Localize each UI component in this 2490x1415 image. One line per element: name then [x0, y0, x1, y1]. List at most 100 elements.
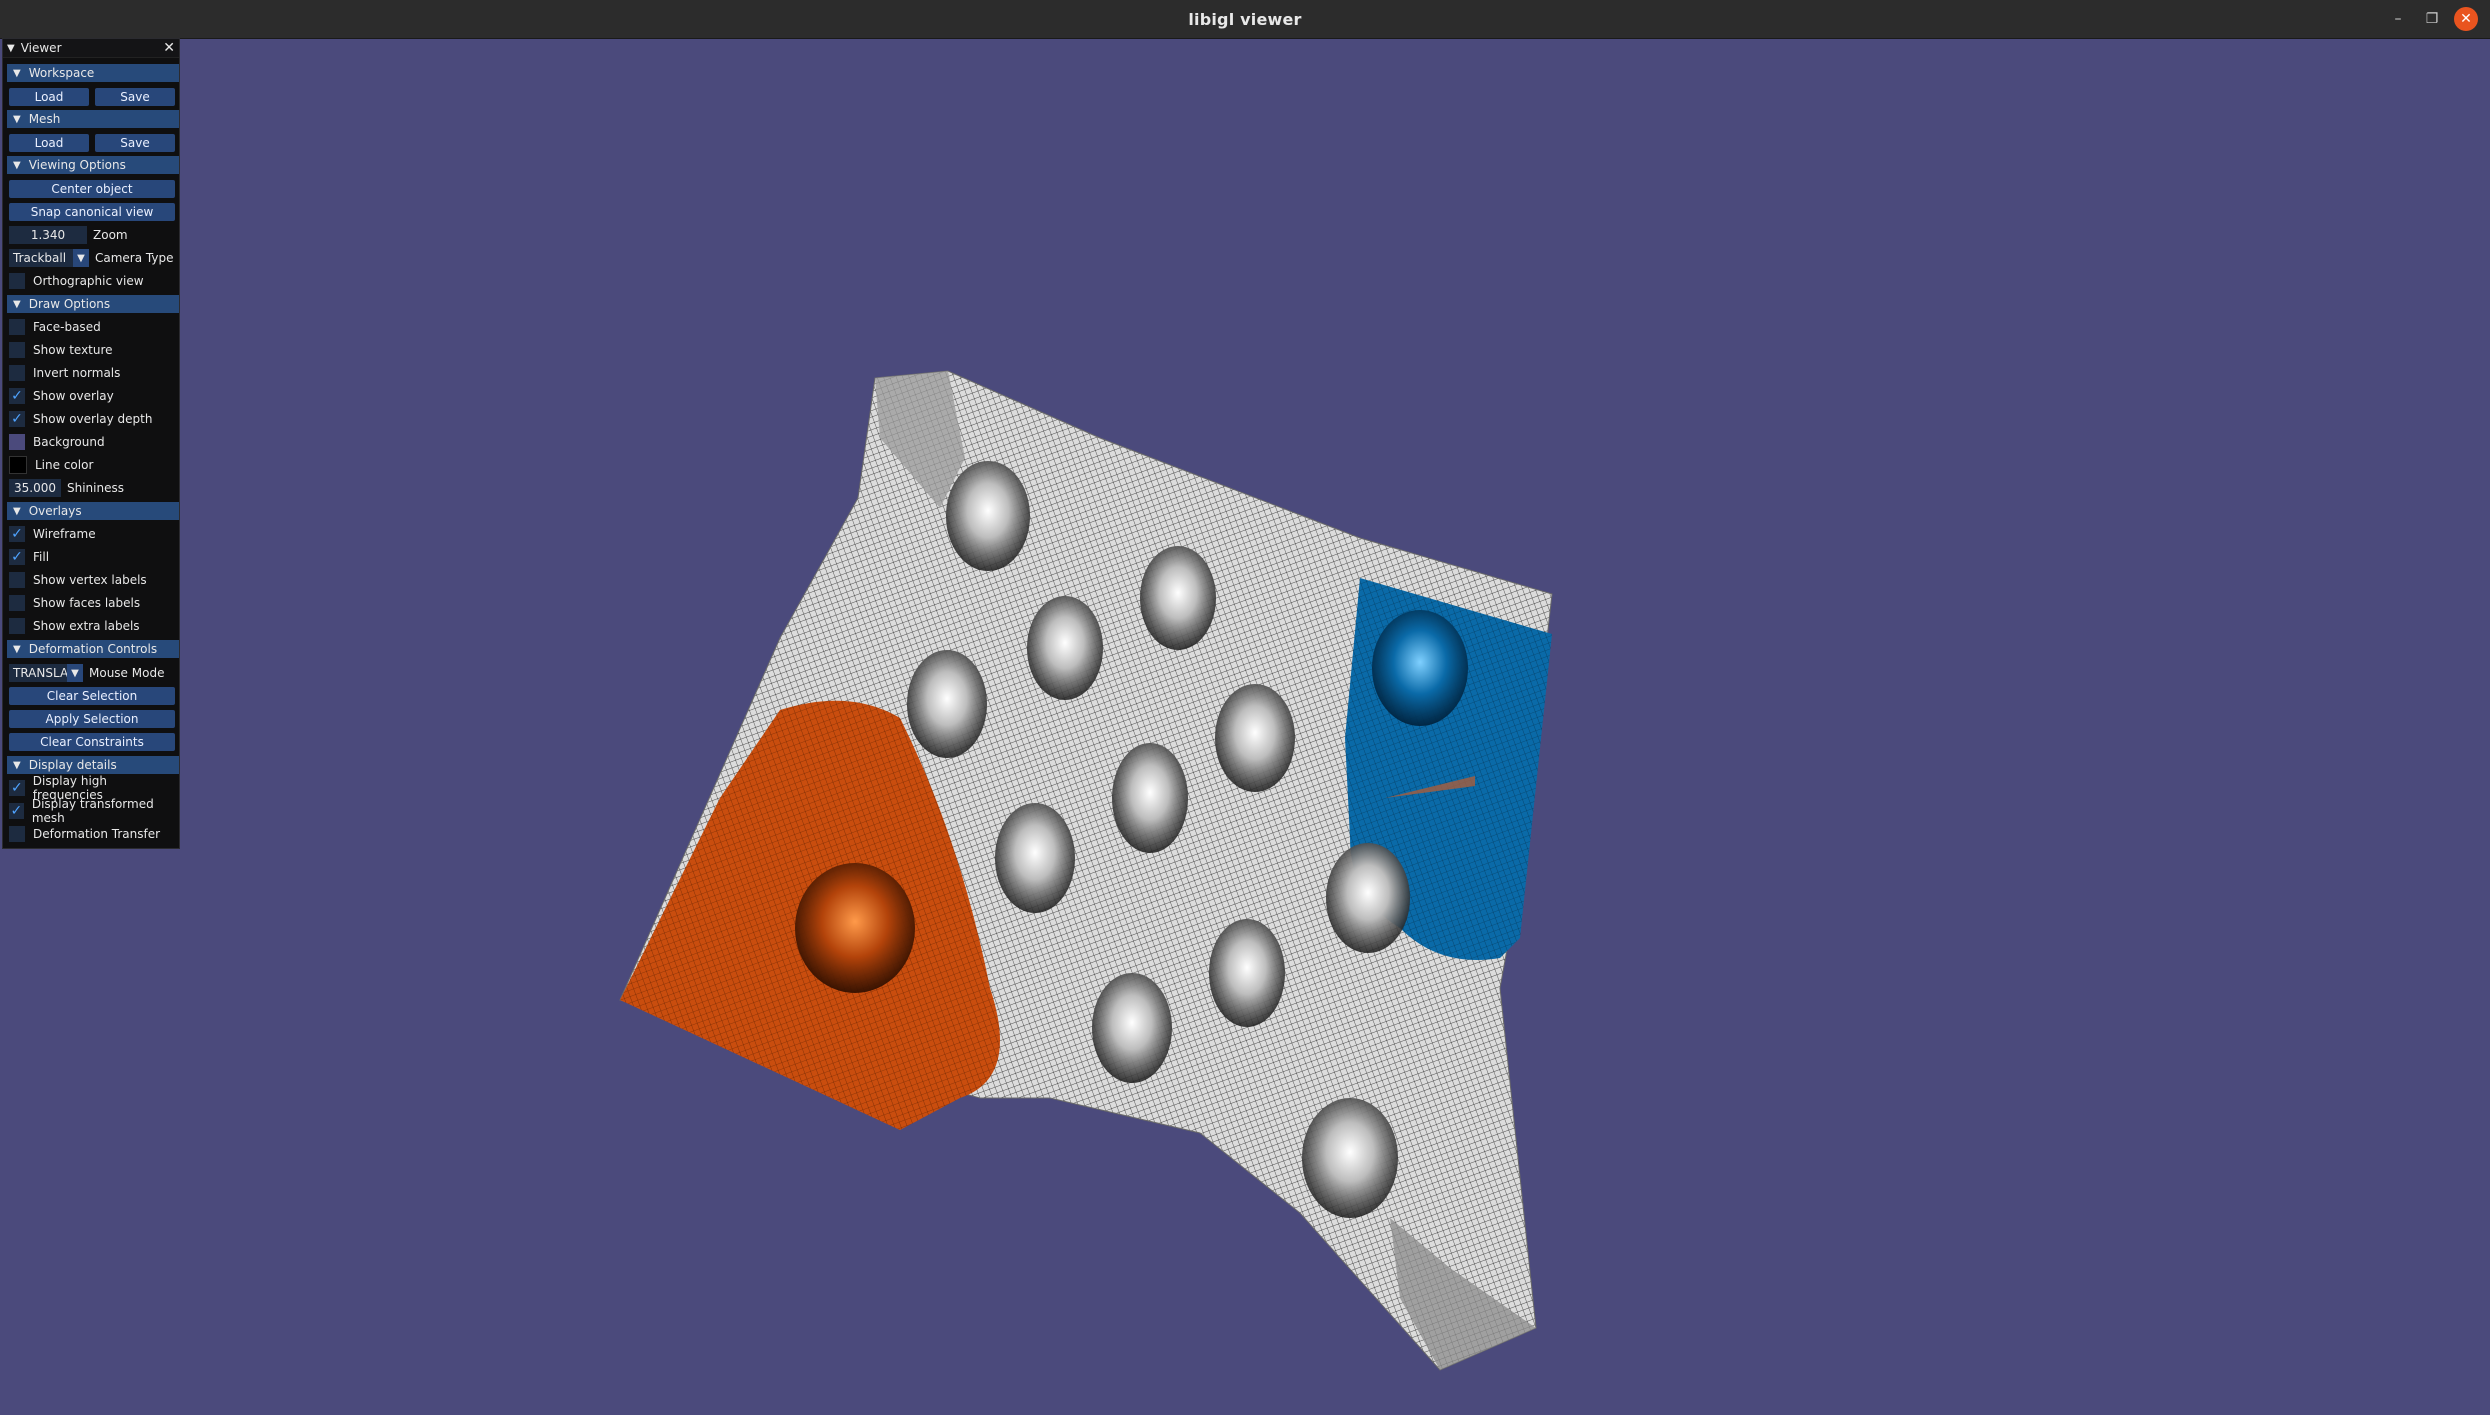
show-texture-checkbox[interactable]: Show texture: [9, 341, 113, 359]
header-label: Workspace: [28, 66, 95, 80]
checkbox-box: [9, 365, 25, 381]
header-display-details[interactable]: ▼ Display details: [7, 756, 179, 774]
check-icon: ✓: [9, 411, 25, 427]
collapse-icon[interactable]: ▼: [7, 43, 15, 54]
header-label: Overlays: [28, 504, 82, 518]
chevron-down-icon: ▼: [13, 505, 21, 517]
header-label: Display details: [28, 758, 117, 772]
checkbox-label: Show overlay: [33, 389, 114, 403]
snap-canonical-view-button[interactable]: Snap canonical view: [9, 203, 175, 221]
mesh-bump: [1092, 973, 1172, 1083]
check-icon: ✓: [9, 526, 25, 542]
orthographic-checkbox[interactable]: Orthographic view: [9, 272, 144, 290]
header-deformation-controls[interactable]: ▼ Deformation Controls: [7, 640, 179, 658]
mesh-bump: [907, 650, 987, 758]
header-label: Mesh: [28, 112, 61, 126]
chevron-down-icon: ▼: [13, 298, 21, 310]
vertex-labels-checkbox[interactable]: Show vertex labels: [9, 571, 147, 589]
checkbox-label: Fill: [33, 550, 50, 564]
panel-title: Viewer: [20, 41, 62, 55]
checkbox-box: [9, 618, 25, 634]
clear-constraints-button[interactable]: Clear Constraints: [9, 733, 175, 751]
minimize-icon[interactable]: –: [2386, 7, 2410, 31]
mesh-bump: [1140, 546, 1216, 650]
header-draw-options[interactable]: ▼ Draw Options: [7, 295, 179, 313]
checkbox-label: Orthographic view: [33, 274, 144, 288]
checkbox-label: Wireframe: [33, 527, 96, 541]
check-icon: ✓: [9, 780, 25, 796]
checkbox-label: Show overlay depth: [33, 412, 153, 426]
transformed-mesh-checkbox[interactable]: ✓ Display transformed mesh: [9, 797, 179, 825]
viewer-panel: ▼ Viewer ✕ ▼ Workspace Load Save ▼ Mesh …: [2, 38, 180, 849]
header-viewing-options[interactable]: ▼ Viewing Options: [7, 156, 179, 174]
extra-labels-checkbox[interactable]: Show extra labels: [9, 617, 140, 635]
color-swatch[interactable]: [9, 434, 25, 450]
workspace-save-button[interactable]: Save: [95, 88, 175, 106]
show-overlay-checkbox[interactable]: ✓ Show overlay: [9, 387, 114, 405]
workspace-load-button[interactable]: Load: [9, 88, 89, 106]
window-controls: – ❐ ✕: [2376, 0, 2478, 38]
zoom-label: Zoom: [93, 228, 128, 242]
high-frequencies-checkbox[interactable]: ✓ Display high frequencies: [9, 774, 179, 802]
header-overlays[interactable]: ▼ Overlays: [7, 502, 179, 520]
mouse-mode-label: Mouse Mode: [89, 666, 165, 680]
deformation-transfer-checkbox[interactable]: Deformation Transfer: [9, 825, 160, 843]
mouse-mode-select[interactable]: TRANSLAT ▼: [9, 664, 83, 682]
background-color-picker[interactable]: Background: [9, 433, 105, 451]
chevron-down-icon: ▼: [13, 159, 21, 171]
checkbox-label: Invert normals: [33, 366, 121, 380]
face-based-checkbox[interactable]: Face-based: [9, 318, 101, 336]
check-icon: ✓: [9, 549, 25, 565]
mesh-load-button[interactable]: Load: [9, 134, 89, 152]
header-label: Viewing Options: [28, 158, 126, 172]
mesh-bump: [1302, 1098, 1398, 1218]
center-object-button[interactable]: Center object: [9, 180, 175, 198]
mesh-bump: [1027, 596, 1103, 700]
wireframe-checkbox[interactable]: ✓ Wireframe: [9, 525, 96, 543]
check-icon: ✓: [9, 803, 24, 819]
mouse-mode-value: TRANSLAT: [13, 666, 67, 680]
checkbox-box: [9, 572, 25, 588]
close-icon[interactable]: ✕: [2454, 7, 2478, 31]
show-overlay-depth-checkbox[interactable]: ✓ Show overlay depth: [9, 410, 152, 428]
panel-title-bar[interactable]: ▼ Viewer ✕: [3, 39, 179, 58]
color-label: Background: [33, 435, 105, 449]
header-mesh[interactable]: ▼ Mesh: [7, 110, 179, 128]
mesh-bump-blue: [1372, 610, 1468, 726]
chevron-down-icon: ▼: [73, 249, 89, 267]
checkbox-label: Deformation Transfer: [33, 827, 161, 841]
mesh-bump: [946, 461, 1030, 571]
apply-selection-button[interactable]: Apply Selection: [9, 710, 175, 728]
header-workspace[interactable]: ▼ Workspace: [7, 64, 179, 82]
3d-viewport[interactable]: [0, 38, 2490, 1415]
check-icon: ✓: [9, 388, 25, 404]
line-color-picker[interactable]: Line color: [9, 456, 93, 474]
chevron-down-icon: ▼: [13, 643, 21, 655]
shininess-input[interactable]: 35.000: [9, 479, 61, 497]
checkbox-box: [9, 319, 25, 335]
camera-type-label: Camera Type: [95, 251, 174, 265]
camera-type-select[interactable]: Trackball ▼: [9, 249, 89, 267]
mesh-bump: [1112, 743, 1188, 853]
mesh-bump-orange: [795, 863, 915, 993]
header-label: Deformation Controls: [28, 642, 158, 656]
checkbox-box: [9, 826, 25, 842]
maximize-icon[interactable]: ❐: [2420, 7, 2444, 31]
color-swatch[interactable]: [9, 456, 27, 474]
zoom-input[interactable]: 1.340: [9, 226, 87, 244]
shininess-label: Shininess: [67, 481, 124, 495]
invert-normals-checkbox[interactable]: Invert normals: [9, 364, 120, 382]
close-icon[interactable]: ✕: [163, 40, 175, 56]
mesh-bump: [1215, 684, 1295, 792]
mesh-bump: [995, 803, 1075, 913]
mesh-save-button[interactable]: Save: [95, 134, 175, 152]
clear-selection-button[interactable]: Clear Selection: [9, 687, 175, 705]
color-label: Line color: [35, 458, 94, 472]
checkbox-box: [9, 595, 25, 611]
checkbox-label: Face-based: [33, 320, 101, 334]
chevron-down-icon: ▼: [13, 113, 21, 125]
checkbox-label: Show vertex labels: [33, 573, 147, 587]
faces-labels-checkbox[interactable]: Show faces labels: [9, 594, 140, 612]
camera-type-value: Trackball: [13, 251, 67, 265]
fill-checkbox[interactable]: ✓ Fill: [9, 548, 49, 566]
